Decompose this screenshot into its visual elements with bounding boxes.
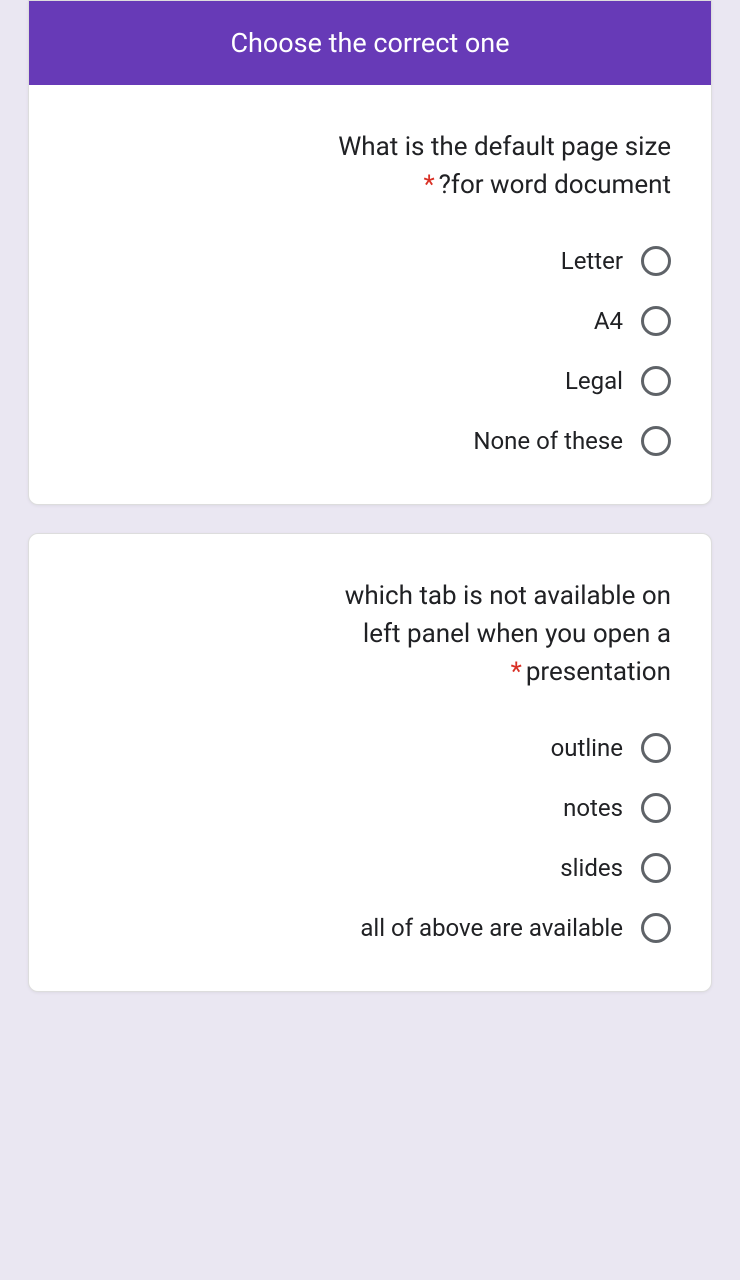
card-body-1: What is the default page size *?for word… <box>29 85 711 504</box>
radio-icon[interactable] <box>641 366 671 396</box>
radio-icon[interactable] <box>641 853 671 883</box>
question-text-1: What is the default page size *?for word… <box>69 129 671 204</box>
radio-icon[interactable] <box>641 793 671 823</box>
option-none-of-these[interactable]: None of these <box>69 426 671 456</box>
question-line-text: ?for word document <box>439 170 671 200</box>
question-line: left panel when you open a <box>69 616 671 654</box>
option-letter[interactable]: Letter <box>69 246 671 276</box>
radio-icon[interactable] <box>641 246 671 276</box>
required-asterisk: * <box>423 170 434 200</box>
option-notes[interactable]: notes <box>69 793 671 823</box>
option-label: slides <box>560 854 623 882</box>
option-slides[interactable]: slides <box>69 853 671 883</box>
option-label: outline <box>551 734 623 762</box>
form-header: Choose the correct one <box>29 1 711 85</box>
radio-icon[interactable] <box>641 733 671 763</box>
option-label: Legal <box>565 367 623 395</box>
radio-icon[interactable] <box>641 913 671 943</box>
option-label: A4 <box>594 307 623 335</box>
option-legal[interactable]: Legal <box>69 366 671 396</box>
options-group-2: outline notes slides all of above are av… <box>69 733 671 943</box>
card-body-2: which tab is not available on left panel… <box>29 534 711 991</box>
option-label: notes <box>563 794 623 822</box>
option-outline[interactable]: outline <box>69 733 671 763</box>
question-card-2: which tab is not available on left panel… <box>28 533 712 992</box>
option-label: all of above are available <box>360 914 623 942</box>
required-asterisk: * <box>511 657 522 687</box>
option-label: Letter <box>561 247 623 275</box>
question-line-text: presentation <box>526 657 671 687</box>
question-line: *?for word document <box>69 167 671 205</box>
option-all-available[interactable]: all of above are available <box>69 913 671 943</box>
options-group-1: Letter A4 Legal None of these <box>69 246 671 456</box>
form-title: Choose the correct one <box>230 27 509 59</box>
radio-icon[interactable] <box>641 306 671 336</box>
radio-icon[interactable] <box>641 426 671 456</box>
option-a4[interactable]: A4 <box>69 306 671 336</box>
question-card-1: Choose the correct one What is the defau… <box>28 0 712 505</box>
option-label: None of these <box>473 427 623 455</box>
question-line: which tab is not available on <box>69 578 671 616</box>
question-text-2: which tab is not available on left panel… <box>69 578 671 691</box>
question-line: *presentation <box>69 654 671 692</box>
question-line: What is the default page size <box>69 129 671 167</box>
